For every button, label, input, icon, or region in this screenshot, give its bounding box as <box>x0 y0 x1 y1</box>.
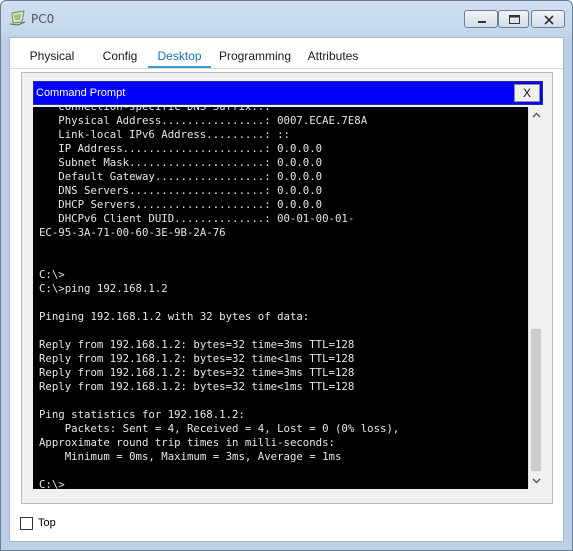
terminal-line: Reply from 192.168.1.2: bytes=32 time<1m… <box>39 352 355 365</box>
tab-physical[interactable]: Physical <box>20 44 84 68</box>
title-bar[interactable]: PC0 <box>1 1 572 37</box>
terminal-line: Minimum = 0ms, Maximum = 3ms, Average = … <box>39 450 342 463</box>
terminal-line: Reply from 192.168.1.2: bytes=32 time=3m… <box>39 366 355 379</box>
terminal-line: Default Gateway.................: 0.0.0.… <box>39 170 323 183</box>
scroll-up-arrow-icon[interactable] <box>532 111 541 120</box>
close-button[interactable] <box>531 10 565 28</box>
terminal-line: C:\>ping 192.168.1.2 <box>39 282 168 295</box>
terminal-line: Packets: Sent = 4, Received = 4, Lost = … <box>39 422 400 435</box>
maximize-icon <box>509 15 520 24</box>
tab-programming[interactable]: Programming <box>218 44 292 68</box>
terminal-line: DHCP Servers....................: 0.0.0.… <box>39 198 323 211</box>
pc0-window: PC0 Physical Config Desktop Programming … <box>0 0 573 551</box>
terminal-line: Reply from 192.168.1.2: bytes=32 time<1m… <box>39 380 355 393</box>
terminal-line: Connection-specific DNS Suffix..: <box>39 107 270 114</box>
tab-attributes[interactable]: Attributes <box>302 44 364 68</box>
minimize-button[interactable] <box>464 10 498 28</box>
scrollbar-thumb[interactable] <box>531 329 541 471</box>
terminal-line: C:\> <box>39 478 65 489</box>
tab-divider <box>10 68 563 69</box>
terminal-line: DNS Servers.....................: 0.0.0.… <box>39 184 323 197</box>
desktop-panel: Command Prompt X Connection-specific DNS… <box>21 72 553 504</box>
terminal-line: Pinging 192.168.1.2 with 32 bytes of dat… <box>39 310 310 323</box>
command-prompt-terminal[interactable]: Connection-specific DNS Suffix..: Physic… <box>33 107 528 489</box>
terminal-line: IP Address......................: 0.0.0.… <box>39 142 323 155</box>
terminal-line: Ping statistics for 192.168.1.2: <box>39 408 245 421</box>
terminal-line: Approximate round trip times in milli-se… <box>39 436 335 449</box>
terminal-line: DHCPv6 Client DUID..............: 00-01-… <box>39 212 355 225</box>
terminal-line: Link-local IPv6 Address.........: :: <box>39 128 290 141</box>
command-prompt-header: Command Prompt X <box>33 81 543 105</box>
tab-config[interactable]: Config <box>92 44 148 68</box>
terminal-line: Subnet Mask.....................: 0.0.0.… <box>39 156 323 169</box>
pc-icon <box>9 10 27 26</box>
tab-desktop[interactable]: Desktop <box>148 44 211 69</box>
window-title: PC0 <box>31 12 55 26</box>
terminal-line: Reply from 192.168.1.2: bytes=32 time=3m… <box>39 338 355 351</box>
terminal-line: Physical Address................: 0007.E… <box>39 114 368 127</box>
terminal-line: C:\> <box>39 268 65 281</box>
terminal-scrollbar[interactable] <box>528 107 543 489</box>
close-icon <box>544 15 554 25</box>
top-checkbox[interactable] <box>20 517 33 530</box>
scroll-down-arrow-icon[interactable] <box>532 476 541 485</box>
maximize-button[interactable] <box>498 10 529 28</box>
command-prompt-title: Command Prompt <box>36 87 126 99</box>
minimize-icon <box>478 21 486 23</box>
top-checkbox-label: Top <box>38 517 56 529</box>
window-client-area: Physical Config Desktop Programming Attr… <box>9 37 564 542</box>
terminal-line: EC-95-3A-71-00-60-3E-9B-2A-76 <box>39 226 226 239</box>
command-prompt-close-button[interactable]: X <box>514 84 540 102</box>
